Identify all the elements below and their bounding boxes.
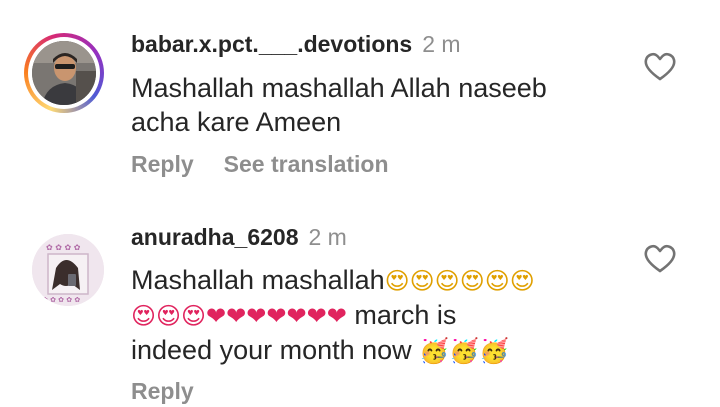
heart-eyes-emoji-group: 😍😍😍😍😍😍 — [384, 267, 535, 295]
comment-text-line: indeed your month now 🥳🥳🥳 — [131, 333, 631, 368]
comment-time: 2 m — [422, 31, 461, 57]
svg-text:✿ ✿ ✿ ✿: ✿ ✿ ✿ ✿ — [46, 243, 81, 252]
heart-outline-icon — [644, 52, 676, 81]
see-translation-button[interactable]: See translation — [224, 151, 389, 177]
comment-item: babar.x.pct.___.devotions 2 m Mashallah m… — [0, 0, 720, 200]
comment-text-line: Mashallah mashallah😍😍😍😍😍😍 — [131, 263, 631, 298]
comment-time: 2 m — [308, 224, 347, 250]
comment-text-line: acha kare Ameen — [131, 107, 342, 137]
comment-text-span: Mashallah mashallah — [131, 265, 385, 295]
comment-text: Mashallah mashallah Allah naseeb acha ka… — [131, 71, 631, 139]
story-ring[interactable] — [24, 33, 104, 113]
profile-photo: ✿ ✿ ✿ ✿ ✿ ✿ ✿ ✿ ✿ — [32, 234, 104, 306]
heart-emoji-group: 😍😍😍❤❤❤❤❤❤❤ — [131, 302, 347, 330]
like-comment-button[interactable] — [643, 52, 677, 82]
party-face-emoji-group: 🥳🥳🥳 — [419, 337, 509, 365]
comment-username[interactable]: anuradha_6208 2 m — [131, 224, 347, 251]
comment-text: Mashallah mashallah😍😍😍😍😍😍 😍😍😍❤❤❤❤❤❤❤ mar… — [131, 263, 631, 368]
like-comment-button[interactable] — [643, 244, 677, 274]
avatar[interactable] — [32, 41, 96, 105]
heart-outline-icon — [644, 244, 676, 273]
comment-item: ✿ ✿ ✿ ✿ ✿ ✿ ✿ ✿ ✿ anuradha_6208 2 m Masha… — [0, 200, 720, 407]
profile-photo — [32, 41, 96, 105]
comment-text-line: Mashallah mashallah Allah naseeb — [131, 73, 547, 103]
reply-button[interactable]: Reply — [131, 378, 194, 404]
comment-username[interactable]: babar.x.pct.___.devotions 2 m — [131, 31, 461, 58]
comment-text-span: indeed your month now — [131, 335, 420, 365]
comment-actions: Reply See translation — [131, 151, 389, 178]
comment-text-line: 😍😍😍❤❤❤❤❤❤❤ march is — [131, 298, 631, 333]
username-text[interactable]: babar.x.pct.___.devotions — [131, 31, 412, 57]
avatar[interactable]: ✿ ✿ ✿ ✿ ✿ ✿ ✿ ✿ ✿ — [32, 234, 104, 306]
reply-button[interactable]: Reply — [131, 151, 194, 177]
username-text[interactable]: anuradha_6208 — [131, 224, 298, 250]
comment-actions: Reply — [131, 378, 194, 405]
svg-text:✿ ✿ ✿ ✿ ✿: ✿ ✿ ✿ ✿ ✿ — [42, 296, 80, 304]
comment-text-span: march is — [346, 300, 457, 330]
